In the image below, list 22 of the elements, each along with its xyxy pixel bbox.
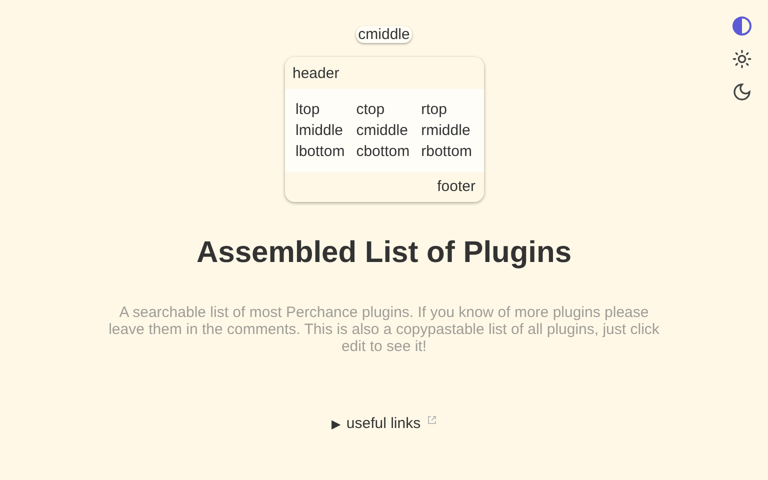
moon-icon	[732, 82, 752, 102]
contrast-icon	[732, 16, 752, 36]
grid-text: lmiddle	[296, 121, 344, 141]
badge: cmiddle	[356, 26, 412, 43]
grid-text: rtop	[421, 100, 448, 120]
description: A searchable list of most Perchance plugins. If you know of more plugins please leave them in the comments. This is also a copypastable list of all plugins, just click edit to see it!	[108, 304, 660, 355]
theme-button[interactable]	[730, 14, 754, 38]
grid-text: rmiddle	[421, 121, 472, 141]
theme-button[interactable]	[730, 47, 754, 71]
grid-text: cbottom	[356, 142, 410, 162]
card-footer: footer	[284, 172, 484, 202]
page-title: Assembled List of Plugins	[196, 236, 572, 270]
grid-text: ltop	[296, 100, 321, 120]
useful-links-toggle[interactable]: useful links	[346, 415, 421, 432]
grid-text: ctop	[356, 100, 386, 120]
sun-icon	[732, 49, 752, 69]
grid-text: rbottom	[421, 142, 472, 162]
external-link-icon	[426, 414, 437, 424]
grid-text: lbottom	[296, 142, 346, 162]
disclosure-marker[interactable]: ▶	[331, 416, 340, 430]
card-header: header	[284, 57, 484, 89]
grid-text: cmiddle	[356, 121, 409, 141]
